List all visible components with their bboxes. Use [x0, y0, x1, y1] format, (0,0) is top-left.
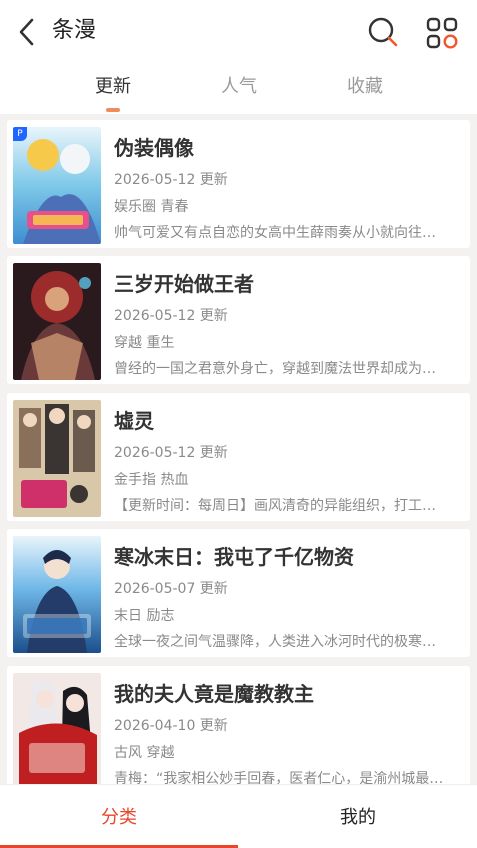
- comic-title: 三岁开始做王者: [114, 272, 254, 296]
- comic-title: 寒冰末日：我屯了千亿物资: [114, 545, 354, 569]
- update-date: 2026-05-07 更新: [114, 581, 228, 597]
- chevron-left-icon: [19, 18, 34, 46]
- update-date: 2026-05-12 更新: [114, 308, 228, 324]
- tab-active-indicator: [106, 108, 120, 112]
- sort-tabs: 更新 人气 收藏: [0, 64, 477, 114]
- comic-tags: 古风 穿越: [114, 745, 175, 761]
- comic-tags: 穿越 重生: [114, 335, 175, 351]
- comic-description: 帅气可爱又有点自恋的女高中生薛雨奏从小就向往…: [114, 225, 436, 241]
- cover-image: [13, 263, 101, 380]
- bottom-nav: 分类 我的: [0, 784, 477, 848]
- search-button[interactable]: [366, 15, 400, 49]
- comic-description: 曾经的一国之君意外身亡，穿越到魔法世界却成为…: [114, 361, 436, 377]
- comic-tags: 末日 励志: [114, 608, 175, 624]
- list-item[interactable]: 寒冰末日：我屯了千亿物资 2026-05-07 更新 末日 励志 全球一夜之间气…: [7, 529, 470, 657]
- update-date: 2026-05-12 更新: [114, 445, 228, 461]
- back-button[interactable]: [14, 16, 38, 48]
- page-title: 条漫: [52, 18, 97, 43]
- list-item[interactable]: 墟灵 2026-05-12 更新 金手指 热血 【更新时间：每周日】画风清奇的异…: [7, 393, 470, 521]
- comic-title: 墟灵: [114, 409, 154, 433]
- nav-category[interactable]: 分类: [0, 785, 238, 847]
- update-date: 2026-04-10 更新: [114, 718, 228, 734]
- nav-mine[interactable]: 我的: [239, 785, 477, 847]
- cover-image: [13, 673, 101, 784]
- search-icon: [368, 17, 398, 47]
- comic-title: 伪装偶像: [114, 136, 194, 160]
- tab-popular[interactable]: 人气: [194, 74, 284, 100]
- comic-description: 全球一夜之间气温骤降，人类进入冰河时代的极寒…: [114, 634, 436, 650]
- list-item[interactable]: 三岁开始做王者 2026-05-12 更新 穿越 重生 曾经的一国之君意外身亡，…: [7, 256, 470, 384]
- tab-favorites[interactable]: 收藏: [320, 74, 410, 100]
- list-item[interactable]: P 伪装偶像 2026-05-12 更新 娱乐圈 青春 帅气可爱又有点自恋的女高…: [7, 120, 470, 248]
- top-bar: 条漫: [0, 0, 477, 64]
- comic-tags: 金手指 热血: [114, 472, 189, 488]
- comic-title: 我的夫人竟是魔教教主: [114, 682, 314, 706]
- comic-description: 青梅：“我家相公妙手回春，医者仁心，是渝州城最…: [114, 771, 444, 784]
- comic-list[interactable]: P 伪装偶像 2026-05-12 更新 娱乐圈 青春 帅气可爱又有点自恋的女高…: [0, 114, 477, 784]
- comic-tags: 娱乐圈 青春: [114, 199, 189, 215]
- grid-icon: [426, 17, 458, 49]
- list-item[interactable]: 我的夫人竟是魔教教主 2026-04-10 更新 古风 穿越 青梅：“我家相公妙…: [7, 666, 470, 784]
- platform-badge: P: [13, 127, 27, 141]
- update-date: 2026-05-12 更新: [114, 172, 228, 188]
- cover-image: [13, 400, 101, 517]
- category-grid-button[interactable]: [424, 15, 460, 51]
- cover-image: P: [13, 127, 101, 244]
- tab-update[interactable]: 更新: [68, 74, 158, 100]
- comic-description: 【更新时间：每周日】画风清奇的异能组织，打工…: [114, 498, 436, 514]
- cover-image: [13, 536, 101, 653]
